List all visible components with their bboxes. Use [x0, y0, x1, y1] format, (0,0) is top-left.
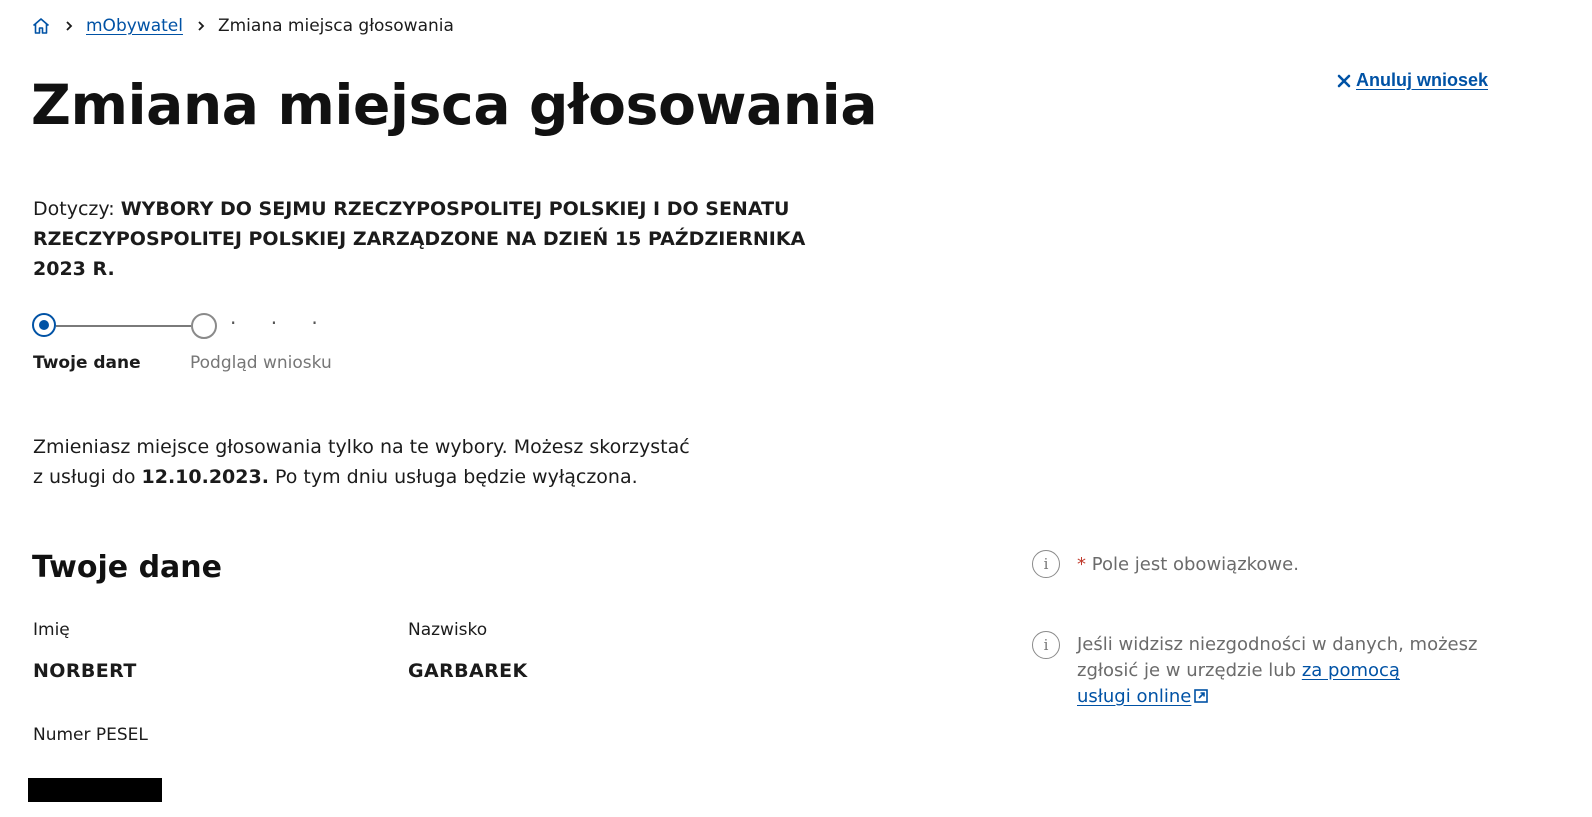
info-line2-prefix: z usługi do	[33, 466, 136, 488]
first-name-label: Imię	[33, 620, 70, 640]
info-icon: i	[1032, 631, 1060, 659]
required-field-note: * Pole jest obowiązkowe.	[1077, 552, 1299, 578]
last-name-value: GARBAREK	[408, 660, 528, 682]
cancel-label: Anuluj wniosek	[1356, 70, 1489, 90]
last-name-label: Nazwisko	[408, 620, 488, 640]
required-asterisk: *	[1077, 554, 1086, 575]
chevron-right-icon	[195, 20, 207, 32]
concerns-value-line1: WYBORY DO SEJMU RZECZYPOSPOLITEJ POLSKIE…	[120, 198, 790, 220]
pesel-value-redacted	[28, 778, 162, 802]
concerns-prefix: Dotyczy:	[33, 198, 115, 220]
close-icon	[1336, 73, 1352, 89]
home-icon[interactable]	[31, 16, 51, 36]
breadcrumb-current: Zmiana miejsca głosowania	[217, 16, 454, 36]
required-text: Pole jest obowiązkowe.	[1091, 554, 1299, 575]
data-mismatch-note: Jeśli widzisz niezgodności w danych, moż…	[1077, 632, 1497, 710]
page-title: Zmiana miejsca głosowania	[31, 73, 878, 137]
service-info-text: Zmieniasz miejsce głosowania tylko na te…	[33, 432, 733, 492]
cancel-application-link[interactable]: Anuluj wniosek	[1336, 70, 1488, 91]
stepper-connector	[56, 325, 191, 327]
info-line2-suffix: Po tym dniu usługa będzie wyłączona.	[274, 466, 638, 488]
section-title: Twoje dane	[32, 550, 222, 585]
mismatch-line1: Jeśli widzisz niezgodności w danych, moż…	[1077, 634, 1478, 655]
concerns-value-line2: RZECZYPOSPOLITEJ POLSKIEJ ZARZĄDZONE NA …	[33, 228, 806, 280]
breadcrumb: mObywatel Zmiana miejsca głosowania	[31, 14, 454, 38]
stepper-more-steps: · · ·	[230, 311, 332, 335]
pesel-label: Numer PESEL	[33, 725, 148, 745]
breadcrumb-link-mobywatel[interactable]: mObywatel	[86, 16, 183, 36]
online-service-link-part1[interactable]: za pomocą	[1302, 660, 1400, 681]
chevron-right-icon	[63, 20, 75, 32]
concerns-text: Dotyczy: WYBORY DO SEJMU RZECZYPOSPOLITE…	[33, 194, 853, 284]
step-indicator-inactive	[191, 313, 217, 339]
step-label-preview: Podgląd wniosku	[190, 353, 332, 373]
first-name-value: NORBERT	[33, 660, 137, 682]
mismatch-line2: zgłosić je w urzędzie lub	[1077, 660, 1297, 681]
step-label-your-data: Twoje dane	[33, 353, 141, 373]
external-link-icon[interactable]	[1194, 685, 1209, 703]
info-deadline-date: 12.10.2023.	[141, 466, 269, 488]
info-line1: Zmieniasz miejsce głosowania tylko na te…	[33, 436, 690, 458]
step-indicator-active	[32, 313, 56, 337]
info-icon: i	[1032, 550, 1060, 578]
online-service-link-part2[interactable]: usługi online	[1077, 686, 1191, 707]
